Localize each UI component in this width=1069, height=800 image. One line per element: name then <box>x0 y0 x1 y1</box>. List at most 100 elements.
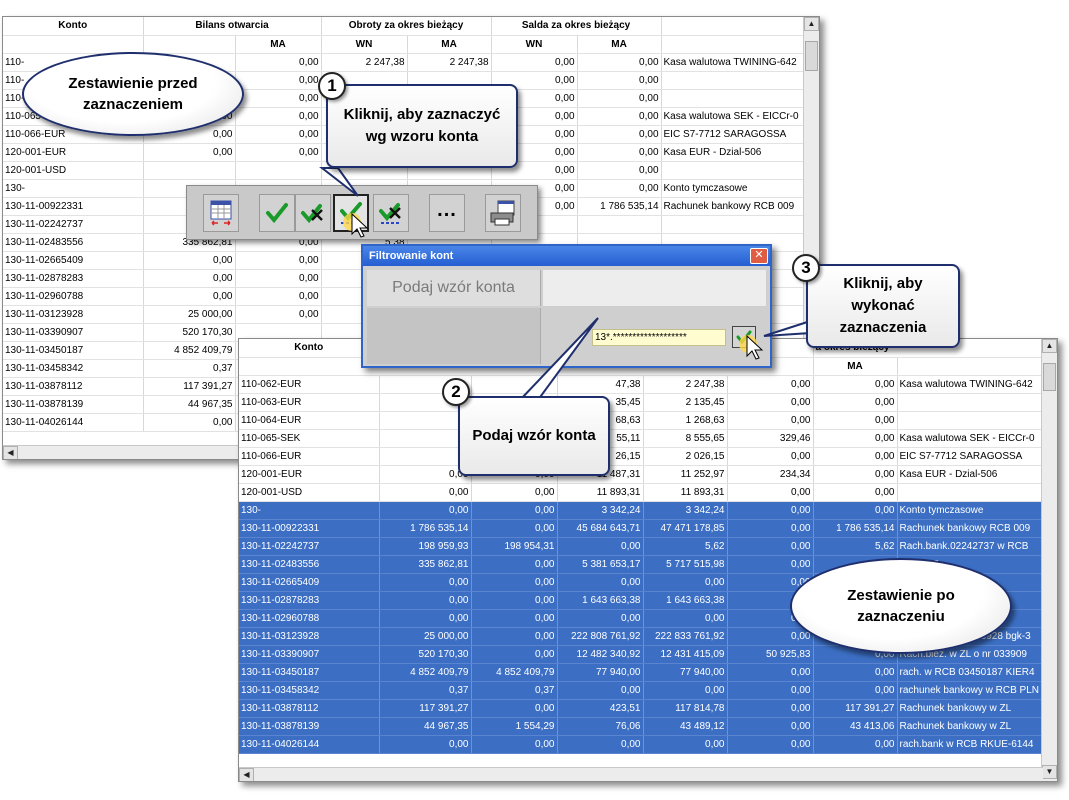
amount-cell: 0,00 <box>727 663 814 682</box>
account-cell: 130-11-02242737 <box>239 537 380 556</box>
scroll-thumb[interactable] <box>805 41 818 71</box>
table-row[interactable]: 130-11-00922331 1 786 535,14 0,00 45 684 64… <box>239 519 1044 538</box>
description-cell: EIC S7-7712 SARAGOSSA <box>661 125 806 144</box>
header-obroty-ma: MA <box>407 35 492 54</box>
account-cell: 120-001-EUR <box>239 465 380 484</box>
amount-cell: 43 413,06 <box>813 717 898 736</box>
account-pattern-input[interactable]: 13*.******************* <box>592 329 726 346</box>
amount-cell: 44 967,35 <box>379 717 472 736</box>
table-row[interactable]: 110-066-EUR 26,15 2 026,15 0,00 0,00 EIC S7-7… <box>239 447 1044 466</box>
check-icon <box>266 203 288 224</box>
amount-cell: 0,00 <box>557 609 644 628</box>
table-row[interactable]: 120-001-USD 0,00 0,00 11 893,31 11 893,31 0,0… <box>239 483 1044 502</box>
scroll-up-button[interactable]: ▲ <box>804 17 819 31</box>
horizontal-scrollbar[interactable]: ◀ <box>239 767 1043 781</box>
pattern-label: Podaj wzór konta <box>367 270 541 306</box>
amount-cell: 0,00 <box>235 269 322 288</box>
amount-cell <box>143 161 236 180</box>
calendar-grid-icon <box>210 200 232 226</box>
header-konto[interactable]: Konto <box>239 339 380 358</box>
amount-cell: 0,00 <box>379 483 472 502</box>
table-row[interactable]: 130-11-02242737 198 959,93 198 954,31 0,00 5… <box>239 537 1044 556</box>
table-row[interactable]: 110-065-SEK 55,11 8 555,65 329,46 0,00 Kasa w… <box>239 429 1044 448</box>
amount-cell: 11 893,31 <box>557 483 644 502</box>
scroll-up-button[interactable]: ▲ <box>1042 339 1057 353</box>
amount-cell: 0,00 <box>471 519 558 538</box>
callout-step2: Podaj wzór konta <box>458 396 610 476</box>
amount-cell: 47 471 178,85 <box>643 519 728 538</box>
description-cell: Kasa walutowa SEK - EICCr-0 <box>661 107 806 126</box>
deselect-all-button[interactable] <box>295 194 331 232</box>
scroll-down-button[interactable]: ▼ <box>1042 765 1057 779</box>
table-row[interactable]: 130-11-03450187 4 852 409,79 4 852 409,79 7… <box>239 663 1044 682</box>
table-row[interactable]: 130-11-03458342 0,37 0,37 0,00 0,00 0,00 0,00 r… <box>239 681 1044 700</box>
amount-cell: 0,00 <box>471 645 558 664</box>
print-preview-button[interactable] <box>485 194 521 232</box>
amount-cell: 50 925,83 <box>727 645 814 664</box>
account-cell: 130-11-03878112 <box>3 377 144 396</box>
amount-cell: 8 555,65 <box>643 429 728 448</box>
amount-cell: 222 808 761,92 <box>557 627 644 646</box>
header-opis <box>661 17 806 36</box>
header-obroty[interactable]: Obroty za okres bieżący <box>321 17 492 36</box>
more-options-button[interactable]: ... <box>429 194 465 232</box>
account-cell: 130-11-00922331 <box>3 197 144 216</box>
amount-cell: 520 170,30 <box>143 323 236 342</box>
account-cell: 130-11-02483556 <box>3 233 144 252</box>
amount-cell: 117 391,27 <box>143 377 236 396</box>
header-konto-sub <box>3 35 144 54</box>
amount-cell: 0,00 <box>577 53 662 72</box>
table-row[interactable]: 110-063-EUR 35,45 2 135,45 0,00 0,00 <box>239 393 1044 412</box>
table-row[interactable]: 120-001-EUR0,000,0011 487,3111 252,97234… <box>239 465 1044 484</box>
step-badge-1: 1 <box>318 72 346 100</box>
amount-cell: 5 717 515,98 <box>643 555 728 574</box>
header-obroty-wn: WN <box>321 35 408 54</box>
account-cell: 130-11-04026144 <box>239 735 380 754</box>
account-cell: 130-11-02878283 <box>239 591 380 610</box>
amount-cell: 77 940,00 <box>557 663 644 682</box>
table-row[interactable]: 130-11-04026144 0,00 0,00 0,00 0,00 0,00 0,00 r… <box>239 735 1044 754</box>
amount-cell: 45 684 643,71 <box>557 519 644 538</box>
table-row[interactable]: 110-064-EUR 68,63 1 268,63 0,00 0,00 <box>239 411 1044 430</box>
account-cell: 110-065-SEK <box>239 429 380 448</box>
header-konto[interactable]: Konto <box>3 17 144 36</box>
table-row[interactable]: 130-11-03878112 117 391,27 0,00 423,51 117 8… <box>239 699 1044 718</box>
step-badge-2: 2 <box>442 378 470 406</box>
close-icon[interactable]: ✕ <box>750 248 768 264</box>
amount-cell: 11 252,97 <box>643 465 728 484</box>
table-row[interactable]: 130-11-03878139 44 967,35 1 554,29 76,06 43 … <box>239 717 1044 736</box>
select-all-button[interactable] <box>259 194 295 232</box>
select-by-pattern-button[interactable] <box>333 194 369 232</box>
table-row[interactable]: 110-062-EUR 47,38 2 247,38 0,00 0,00 Kasa wal… <box>239 375 1044 394</box>
grid-view-button[interactable] <box>203 194 239 232</box>
description-cell: EIC S7-7712 SARAGOSSA <box>897 447 1044 466</box>
scroll-thumb[interactable] <box>1043 363 1056 391</box>
apply-selection-button[interactable] <box>732 326 756 348</box>
amount-cell: 4 852 409,79 <box>379 663 472 682</box>
amount-cell: 0,00 <box>577 125 662 144</box>
amount-cell: 2 247,38 <box>321 53 408 72</box>
header-bilans-wn <box>143 35 236 54</box>
amount-cell: 0,00 <box>813 393 898 412</box>
amount-cell: 423,51 <box>557 699 644 718</box>
header-salda[interactable]: Salda za okres bieżący <box>491 17 662 36</box>
table-row[interactable]: 130- 0,00 0,00 3 342,24 3 342,24 0,00 0,00 Kont… <box>239 501 1044 520</box>
amount-cell: 0,00 <box>727 699 814 718</box>
amount-cell: 0,37 <box>143 359 236 378</box>
vertical-scrollbar[interactable]: ▲ ▼ <box>1041 339 1057 781</box>
deselect-by-pattern-button[interactable] <box>373 194 409 232</box>
dialog-title: Filtrowanie kont <box>363 246 770 266</box>
amount-cell: 0,00 <box>727 501 814 520</box>
amount-cell: 335 862,81 <box>379 555 472 574</box>
header-bilans-otwarcia[interactable]: Bilans otwarcia <box>143 17 322 36</box>
account-cell: 130-11-04026144 <box>3 413 144 432</box>
scroll-left-button[interactable]: ◀ <box>3 446 18 459</box>
callout-after: Zestawienie po zaznaczeniu <box>790 558 1012 654</box>
amount-cell: 0,00 <box>577 107 662 126</box>
amount-cell: 0,00 <box>727 681 814 700</box>
amount-cell: 0,00 <box>813 447 898 466</box>
amount-cell: 0,00 <box>727 393 814 412</box>
amount-cell: 0,00 <box>235 305 322 324</box>
scroll-left-button[interactable]: ◀ <box>239 768 254 781</box>
amount-cell: 0,00 <box>727 555 814 574</box>
